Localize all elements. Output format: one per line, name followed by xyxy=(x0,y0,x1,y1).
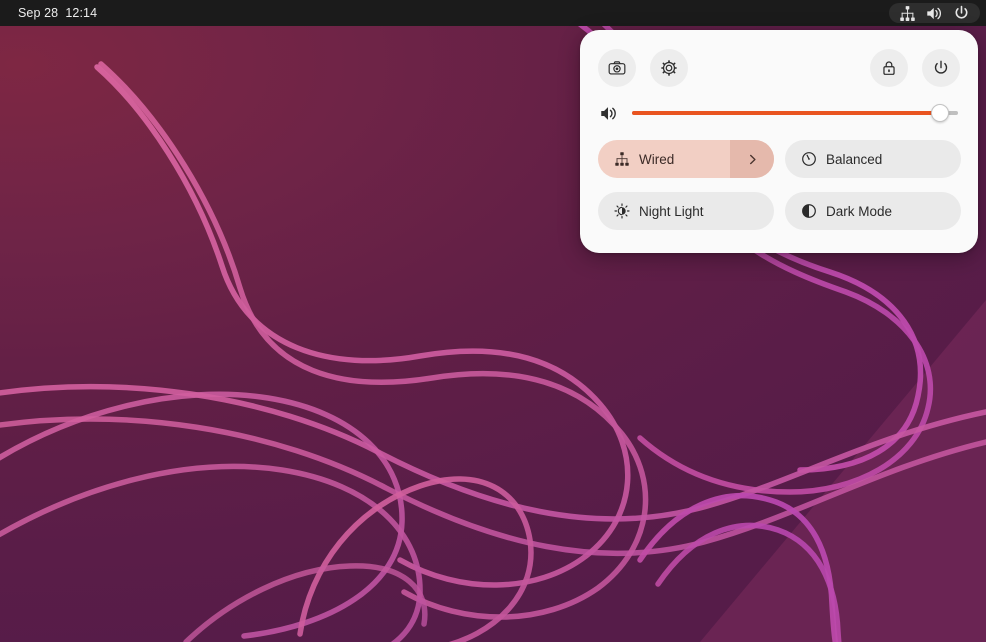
tile-balanced-label: Balanced xyxy=(826,151,883,167)
gear-icon xyxy=(660,59,678,77)
tile-night-light[interactable]: Night Light xyxy=(598,192,774,230)
tile-wired-label: Wired xyxy=(639,151,675,167)
quick-settings-header xyxy=(598,46,960,90)
desktop-screen: Sep 28 12:14 Wired Balanced Night Light … xyxy=(0,0,986,642)
volume-icon[interactable] xyxy=(926,5,943,22)
speaker-icon[interactable] xyxy=(598,102,620,124)
volume-slider-handle[interactable] xyxy=(930,104,949,122)
speedometer-icon xyxy=(800,151,817,168)
lock-button[interactable] xyxy=(870,49,908,87)
wired-network-icon[interactable] xyxy=(899,5,916,22)
clock-menu-button[interactable]: Sep 28 12:14 xyxy=(18,0,97,26)
lock-icon xyxy=(880,59,898,77)
chevron-right-icon xyxy=(746,153,759,166)
tile-wired[interactable]: Wired xyxy=(598,140,774,178)
tile-dark-mode[interactable]: Dark Mode xyxy=(785,192,961,230)
volume-slider-row xyxy=(598,96,960,130)
tile-balanced-main[interactable]: Balanced xyxy=(785,140,961,178)
power-icon[interactable] xyxy=(953,5,970,22)
volume-slider[interactable] xyxy=(632,104,958,122)
tile-night-light-main[interactable]: Night Light xyxy=(598,192,774,230)
tile-balanced[interactable]: Balanced xyxy=(785,140,961,178)
tile-wired-expander[interactable] xyxy=(730,140,774,178)
system-status-area[interactable] xyxy=(889,3,980,23)
quick-settings-header-right xyxy=(870,49,960,87)
quick-settings-tiles: Wired Balanced Night Light Dark Mode xyxy=(598,140,961,230)
quick-settings-panel: Wired Balanced Night Light Dark Mode xyxy=(580,30,978,253)
volume-slider-fill xyxy=(632,111,940,115)
power-icon xyxy=(932,59,950,77)
camera-icon xyxy=(608,59,626,77)
top-bar: Sep 28 12:14 xyxy=(0,0,986,26)
power-button[interactable] xyxy=(922,49,960,87)
tile-night-light-label: Night Light xyxy=(639,203,704,219)
night-light-icon xyxy=(613,203,630,220)
tile-dark-mode-label: Dark Mode xyxy=(826,203,893,219)
settings-button[interactable] xyxy=(650,49,688,87)
clock-text: Sep 28 12:14 xyxy=(18,6,98,20)
contrast-icon xyxy=(800,203,817,220)
network-wired-icon xyxy=(613,151,630,168)
screenshot-button[interactable] xyxy=(598,49,636,87)
tile-wired-main[interactable]: Wired xyxy=(598,140,730,178)
tile-dark-mode-main[interactable]: Dark Mode xyxy=(785,192,961,230)
